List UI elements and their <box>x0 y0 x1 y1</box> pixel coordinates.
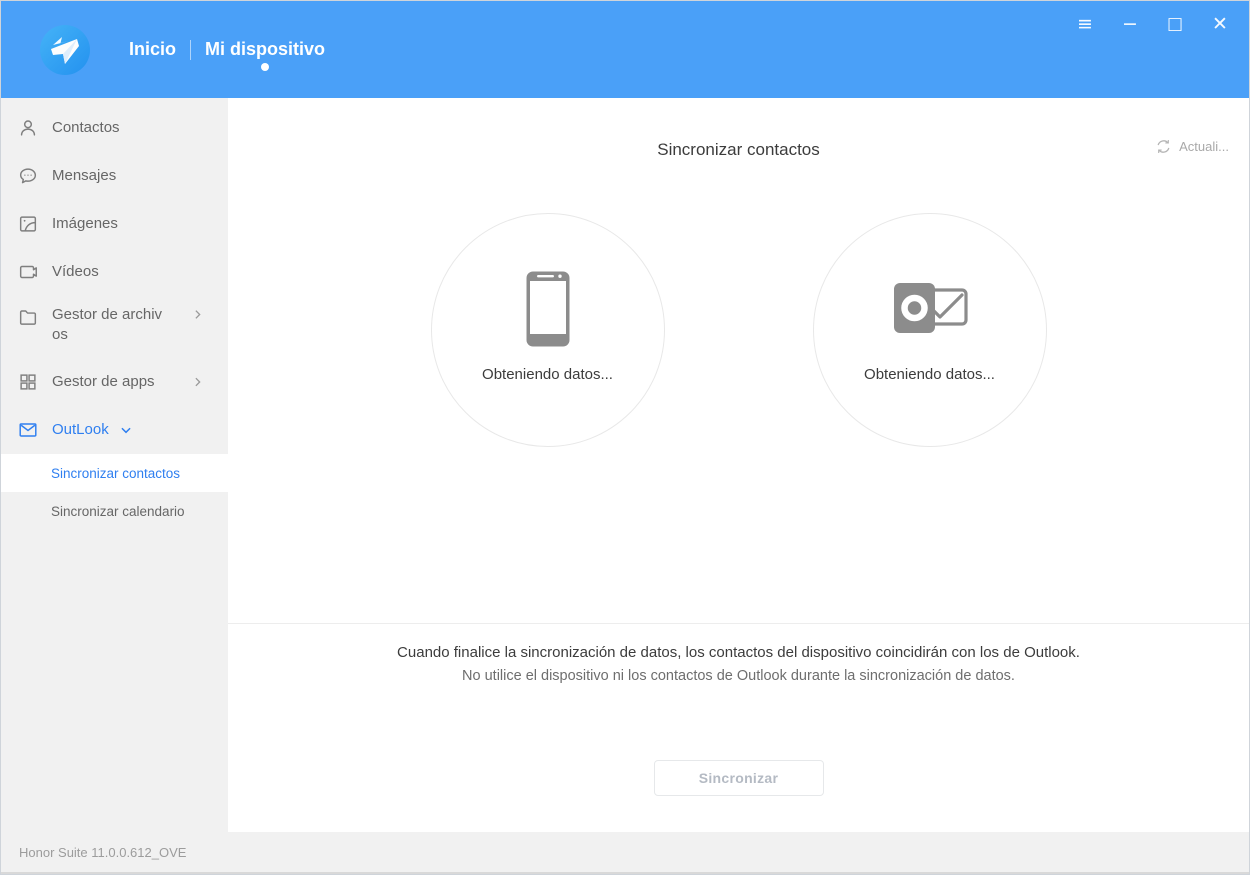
sync-status-text: Obteniendo datos... <box>864 366 995 383</box>
sync-info-secondary: No utilice el dispositivo ni los contact… <box>462 668 1015 684</box>
folder-icon <box>16 305 39 328</box>
outlook-sync-card: Obteniendo datos... <box>813 213 1047 447</box>
sidebar-item-outlook[interactable]: OutLook <box>1 406 228 454</box>
sync-button[interactable]: Sincronizar <box>654 760 824 796</box>
apps-icon <box>16 371 39 394</box>
refresh-button[interactable]: Actuali... <box>1155 138 1229 155</box>
active-tab-dot <box>261 63 269 71</box>
sidebar-item-mensajes[interactable]: Mensajes <box>1 152 228 200</box>
tab-mi-dispositivo[interactable]: Mi dispositivo <box>191 1 339 98</box>
main-content: Sincronizar contactos Actuali... <box>228 98 1249 832</box>
sidebar-subitem-label: Sincronizar contactos <box>51 466 180 481</box>
window-controls: ≡ − □ ✕ <box>1074 15 1231 34</box>
sidebar-subitem-sincronizar-calendario[interactable]: Sincronizar calendario <box>1 492 228 530</box>
header-tabs: Inicio Mi dispositivo <box>115 1 339 98</box>
sidebar-item-label: Mensajes <box>52 166 116 186</box>
app-window: Inicio Mi dispositivo ≡ − □ ✕ Con <box>0 0 1250 875</box>
sidebar: Contactos Mensajes <box>1 98 228 832</box>
tab-mi-dispositivo-label: Mi dispositivo <box>205 39 325 60</box>
page-title: Sincronizar contactos <box>657 140 820 160</box>
tab-inicio[interactable]: Inicio <box>115 1 190 98</box>
sync-cards: Obteniendo datos... Obteniendo datos... <box>431 213 1047 447</box>
phone-icon <box>525 268 571 350</box>
maximize-icon[interactable]: □ <box>1164 16 1186 33</box>
outlook-icon <box>890 268 970 350</box>
image-icon <box>16 213 39 236</box>
sidebar-item-label: Vídeos <box>52 262 99 282</box>
close-icon[interactable]: ✕ <box>1209 15 1231 34</box>
sidebar-item-videos[interactable]: Vídeos <box>1 248 228 296</box>
sidebar-item-label: Contactos <box>52 118 120 138</box>
sidebar-subitem-label: Sincronizar calendario <box>51 504 185 519</box>
titlebar: Inicio Mi dispositivo ≡ − □ ✕ <box>1 1 1249 98</box>
sidebar-item-label: Gestor de apps <box>52 372 155 392</box>
minimize-icon[interactable]: − <box>1119 15 1141 34</box>
app-body: Contactos Mensajes <box>1 98 1249 832</box>
sidebar-item-contactos[interactable]: Contactos <box>1 104 228 152</box>
sync-status-text: Obteniendo datos... <box>482 366 613 383</box>
chevron-right-icon <box>191 308 204 321</box>
sidebar-item-label: Imágenes <box>52 214 118 234</box>
app-version-text: Honor Suite 11.0.0.612_OVE <box>19 845 186 860</box>
sidebar-item-label: Gestor de archivos <box>52 305 164 345</box>
person-icon <box>16 117 39 140</box>
sidebar-item-label: OutLook <box>52 420 109 440</box>
app-logo-icon <box>39 24 91 76</box>
sync-info-primary: Cuando finalice la sincronización de dat… <box>397 644 1080 661</box>
mail-icon <box>16 419 39 442</box>
refresh-label: Actuali... <box>1179 139 1229 154</box>
device-sync-card: Obteniendo datos... <box>431 213 665 447</box>
sidebar-item-imagenes[interactable]: Imágenes <box>1 200 228 248</box>
video-icon <box>16 261 39 284</box>
sidebar-item-gestor-archivos[interactable]: Gestor de archivos <box>1 296 228 358</box>
chevron-right-icon <box>191 376 204 389</box>
refresh-icon <box>1155 138 1172 155</box>
chevron-down-icon <box>119 423 133 437</box>
statusbar: Honor Suite 11.0.0.612_OVE <box>1 832 1249 874</box>
tab-inicio-label: Inicio <box>129 39 176 60</box>
section-divider <box>228 623 1249 624</box>
sidebar-item-gestor-apps[interactable]: Gestor de apps <box>1 358 228 406</box>
sidebar-subitem-sincronizar-contactos[interactable]: Sincronizar contactos <box>1 454 228 492</box>
menu-icon[interactable]: ≡ <box>1074 15 1096 34</box>
chat-icon <box>16 165 39 188</box>
